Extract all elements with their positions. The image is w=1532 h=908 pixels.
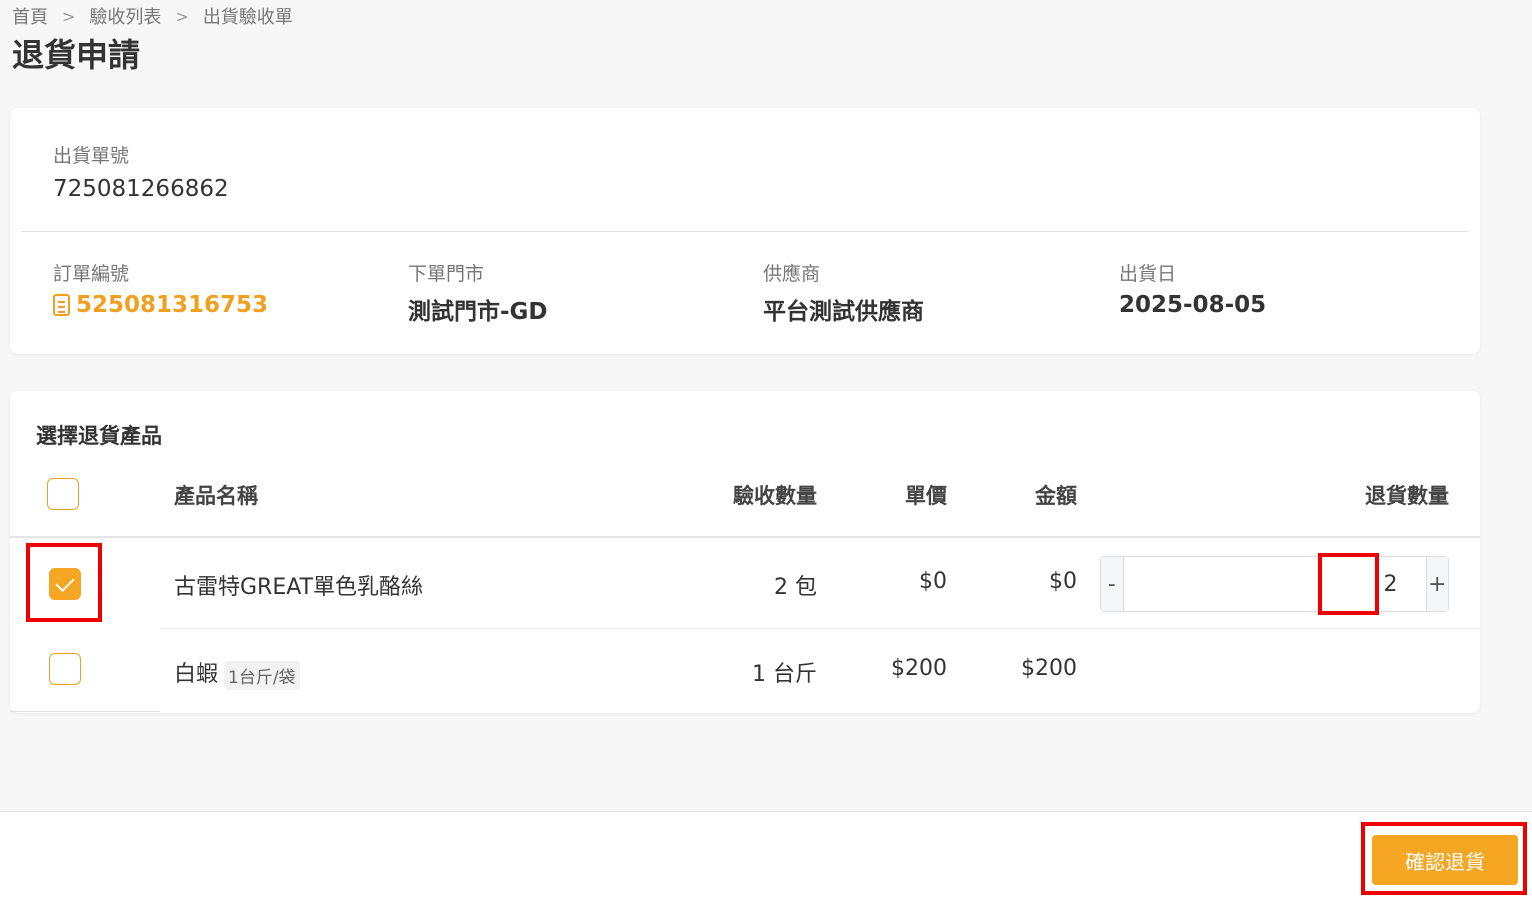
row-divider	[160, 628, 1480, 629]
product-spec-tag: 1台斤/袋	[224, 660, 300, 690]
received-qty: 1 台斤	[752, 662, 817, 687]
product-name: 白蝦	[174, 662, 219, 687]
received-qty: 2 包	[774, 575, 817, 600]
header-return-qty: 退貨數量	[1365, 484, 1449, 508]
order-number-link[interactable]: 525081316753	[53, 292, 268, 318]
unit-price: $0	[919, 569, 947, 594]
chevron-right-icon: >	[175, 6, 189, 26]
unit-price: $200	[891, 656, 947, 681]
select-all-checkbox[interactable]	[47, 478, 79, 510]
breadcrumb-receipt-list[interactable]: 驗收列表	[89, 3, 161, 29]
header-amount: 金額	[1035, 484, 1077, 508]
chevron-right-icon: >	[62, 6, 76, 26]
return-products-card: 選擇退貨產品 產品名稱 驗收數量 單價 金額 退貨數量 古雷特GREAT單色乳酪…	[10, 391, 1480, 713]
product-name-cell: 白蝦 1台斤/袋	[174, 656, 300, 690]
header-received-qty: 驗收數量	[733, 484, 817, 508]
shipment-number: 725081266862	[53, 176, 229, 202]
table-bottom-line	[10, 711, 160, 712]
row-checkbox[interactable]	[49, 653, 81, 685]
document-icon	[53, 294, 70, 316]
breadcrumb-home[interactable]: 首頁	[12, 3, 48, 29]
row-checkbox[interactable]	[49, 568, 81, 600]
breadcrumb: 首頁 > 驗收列表 > 出貨驗收單	[12, 3, 293, 29]
header-unit-price: 單價	[905, 484, 947, 508]
product-name: 古雷特GREAT單色乳酪絲	[174, 575, 424, 600]
section-title: 選擇退貨產品	[36, 424, 162, 448]
confirm-return-button[interactable]: 確認退貨	[1372, 835, 1518, 885]
supplier-label: 供應商	[763, 263, 821, 285]
return-qty-stepper: - +	[1100, 556, 1449, 612]
store-name: 測試門市-GD	[408, 299, 548, 325]
ship-date-label: 出貨日	[1119, 263, 1177, 285]
amount: $200	[1021, 656, 1077, 681]
supplier-name: 平台測試供應商	[763, 299, 924, 325]
decrease-button[interactable]: -	[1101, 557, 1124, 611]
header-divider	[10, 536, 1480, 538]
amount: $0	[1049, 569, 1077, 594]
shipment-info-card: 出貨單號 725081266862 訂單編號 525081316753 下單門市…	[10, 108, 1480, 354]
order-number: 525081316753	[76, 292, 269, 318]
header-product-name: 產品名稱	[174, 484, 258, 508]
divider	[22, 231, 1468, 232]
store-label: 下單門市	[408, 263, 485, 285]
increase-button[interactable]: +	[1425, 557, 1448, 611]
return-qty-input[interactable]	[1123, 557, 1426, 611]
ship-date: 2025-08-05	[1119, 292, 1267, 318]
order-number-label: 訂單編號	[53, 263, 130, 285]
footer-bar: 確認退貨	[0, 811, 1532, 908]
breadcrumb-current: 出貨驗收單	[202, 7, 293, 28]
page-title: 退貨申請	[12, 36, 141, 74]
shipment-number-label: 出貨單號	[53, 145, 130, 167]
